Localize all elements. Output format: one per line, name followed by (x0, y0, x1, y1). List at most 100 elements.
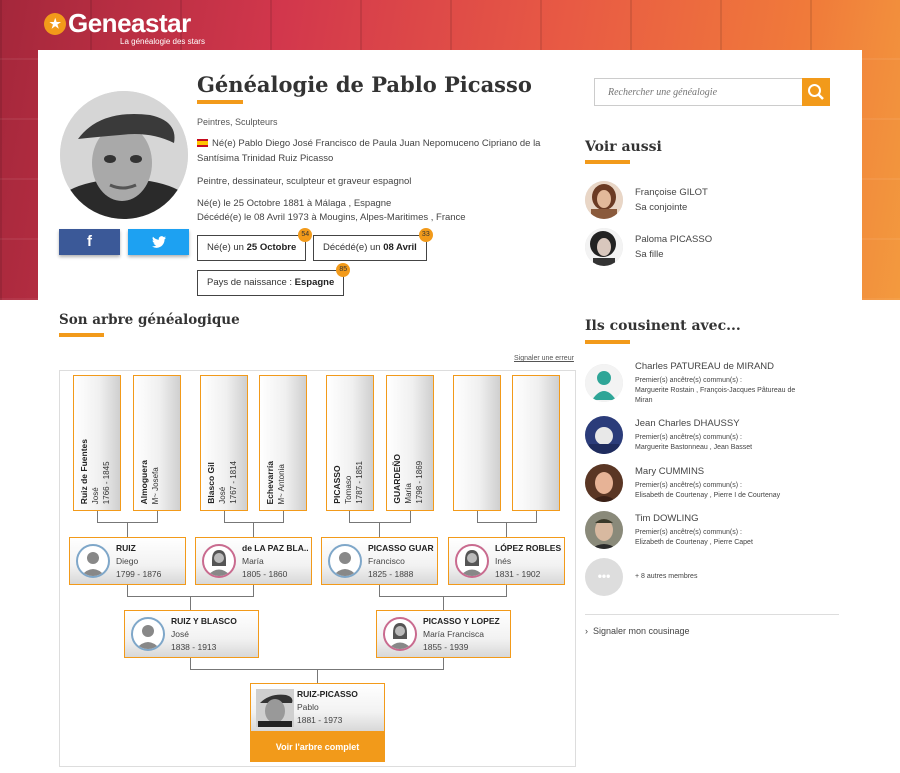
more-members-icon[interactable]: ••• (585, 558, 623, 596)
male-avatar-icon (328, 544, 362, 578)
female-avatar-icon (202, 544, 236, 578)
see-also-relation: Sa fille (635, 249, 664, 260)
cousin-ancestors: Premier(s) ancêtre(s) commun(s) : Marguer… (635, 433, 752, 453)
cousin-name[interactable]: Mary CUMMINS (635, 466, 704, 477)
logo-tagline: La généalogie des stars (120, 37, 205, 46)
birth-name-line1: Né(e) Pablo Diego José Francisco de Paul… (212, 138, 541, 149)
cousin-avatar[interactable] (585, 364, 623, 402)
grandparent-lastname: RUIZ (116, 543, 136, 553)
grandparent-card[interactable]: PICASSO GUAR... Francisco 1825 - 1888 (321, 537, 438, 585)
death-date-button[interactable]: Décédé(e) un 08 Avril 33 (313, 228, 433, 261)
search-input[interactable] (594, 78, 830, 106)
grandparent-firstname: Francisco (368, 556, 405, 566)
cousin-avatar[interactable] (585, 464, 623, 502)
ancestor-card[interactable]: PICASSO Tomaso 1787 - 1851 (326, 375, 374, 511)
ancestor-card[interactable]: GUARDEÑO María 1798 - 1869 (386, 375, 434, 511)
paloma-picasso-avatar[interactable] (585, 228, 623, 266)
categories[interactable]: Peintres, Sculpteurs (197, 117, 278, 127)
report-cousinage-link[interactable]: › Signaler mon cousinage (585, 626, 690, 636)
country-value: Espagne (294, 277, 335, 288)
spain-flag-icon (197, 139, 208, 147)
see-also-relation: Sa conjointe (635, 202, 688, 213)
cousin-ancestors-label: Premier(s) ancêtre(s) commun(s) : (635, 482, 742, 489)
tree-connector (349, 522, 411, 523)
tree-connector (190, 596, 191, 610)
ancestor-text: PICASSO Tomaso 1787 - 1851 (331, 461, 365, 504)
ancestor-dates: 1767 - 1814 (229, 461, 238, 504)
logo-text: Geneastar (68, 8, 191, 38)
tree-connector (317, 669, 318, 683)
ancestor-card-empty[interactable] (512, 375, 560, 511)
geneastar-logo[interactable]: ★ Geneastar La généalogie des stars (44, 8, 205, 46)
tree-title: Son arbre généalogique (59, 312, 240, 328)
ancestor-card[interactable]: Blasco Gil José 1767 - 1814 (200, 375, 248, 511)
ancestor-lastname: Almoguera (139, 459, 149, 504)
birth-name-line2: Santísima Trinidad Ruiz Picasso (197, 153, 334, 164)
death-date-value: 08 Avril (383, 242, 417, 253)
ancestor-dates: 1798 - 1869 (415, 461, 424, 504)
grandparent-dates: 1805 - 1860 (242, 569, 288, 579)
tree-connector (477, 522, 537, 523)
page-title: Généalogie de Pablo Picasso (197, 72, 532, 97)
cousin-avatar[interactable] (585, 511, 623, 549)
grandparent-lastname: de LA PAZ BLA... (242, 543, 308, 553)
birth-country-button[interactable]: Pays de naissance : Espagne 85 (197, 263, 351, 296)
parent-lastname: PICASSO Y LOPEZ (423, 616, 500, 626)
grandparent-dates: 1831 - 1902 (495, 569, 541, 579)
root-person-card[interactable]: RUIZ-PICASSO Pablo 1881 - 1973 (250, 683, 385, 732)
grandparent-card[interactable]: RUIZ Diego 1799 - 1876 (69, 537, 186, 585)
ancestor-card-empty[interactable] (453, 375, 501, 511)
ancestor-firstname: M~ Josefa (151, 466, 160, 504)
see-also-name[interactable]: Françoise GILOT (635, 187, 708, 198)
ancestor-lastname: Ruiz de Fuentes (79, 438, 89, 504)
death-info: Décédé(e) le 08 Avril 1973 à Mougins, Al… (197, 212, 466, 223)
cousin-ancestors-label: Premier(s) ancêtre(s) commun(s) : (635, 377, 742, 384)
view-full-tree-button[interactable]: Voir l'arbre complet (250, 732, 385, 762)
grandparent-dates: 1825 - 1888 (368, 569, 414, 579)
cousin-ancestors-line1: Elizabeth de Courtenay , Pierre Capet (635, 539, 753, 546)
cousin-avatar[interactable] (585, 416, 623, 454)
parent-firstname: José (171, 629, 189, 639)
parent-lastname: RUIZ Y BLASCO (171, 616, 237, 626)
profile-photo (60, 91, 188, 219)
grandparent-card[interactable]: de LA PAZ BLA... María 1805 - 1860 (195, 537, 312, 585)
grandparent-card[interactable]: LÓPEZ ROBLES Inés 1831 - 1902 (448, 537, 565, 585)
grandparent-firstname: María (242, 556, 264, 566)
parent-card[interactable]: RUIZ Y BLASCO José 1838 - 1913 (124, 610, 259, 658)
twitter-share-button[interactable] (128, 229, 189, 255)
cousin-ancestors-line2: Miran (635, 397, 653, 404)
birth-date-value: 25 Octobre (246, 242, 297, 253)
root-firstname: Pablo (297, 702, 319, 712)
cousin-ancestors-line1: Elisabeth de Courtenay , Pierre I de Cou… (635, 492, 781, 499)
ancestor-lastname: Blasco Gil (206, 462, 216, 504)
ancestor-text: Blasco Gil José 1767 - 1814 (205, 461, 239, 504)
report-error-link[interactable]: Signaler une erreur (514, 355, 574, 362)
parent-dates: 1838 - 1913 (171, 642, 217, 652)
ancestor-card[interactable]: Echevarría M~ Antonia (259, 375, 307, 511)
tree-title-underline (59, 333, 104, 337)
cousin-ancestors: Premier(s) ancêtre(s) commun(s) : Marguer… (635, 376, 795, 406)
cousin-ancestors-line1: Marguerite Bastonneau , Jean Basset (635, 444, 753, 451)
ancestor-card[interactable]: Ruiz de Fuentes José 1766 - 1845 (73, 375, 121, 511)
see-also-underline (585, 160, 630, 164)
search-button[interactable] (802, 78, 830, 106)
cousin-ancestors-label: Premier(s) ancêtre(s) commun(s) : (635, 434, 742, 441)
cousin-name[interactable]: Charles PATUREAU de MIRAND (635, 361, 774, 372)
parent-firstname: María Francisca (423, 629, 484, 639)
more-members-link[interactable]: + 8 autres membres (635, 573, 697, 580)
facebook-share-button[interactable]: f (59, 229, 120, 255)
francoise-gilot-avatar[interactable] (585, 181, 623, 219)
tree-connector (224, 522, 284, 523)
twitter-icon (151, 236, 166, 248)
divider (585, 614, 839, 615)
birth-date-button[interactable]: Né(e) un 25 Octobre 54 (197, 228, 313, 261)
grandparent-dates: 1799 - 1876 (116, 569, 162, 579)
ancestor-firstname: M~ Antonia (277, 463, 286, 504)
cousins-title: Ils cousinent avec... (585, 318, 741, 334)
parent-card[interactable]: PICASSO Y LOPEZ María Francisca 1855 - 1… (376, 610, 511, 658)
ancestor-card[interactable]: Almoguera M~ Josefa (133, 375, 181, 511)
see-also-name[interactable]: Paloma PICASSO (635, 234, 712, 245)
cousin-name[interactable]: Jean Charles DHAUSSY (635, 418, 740, 429)
cousin-name[interactable]: Tim DOWLING (635, 513, 699, 524)
root-lastname: RUIZ-PICASSO (297, 689, 358, 699)
